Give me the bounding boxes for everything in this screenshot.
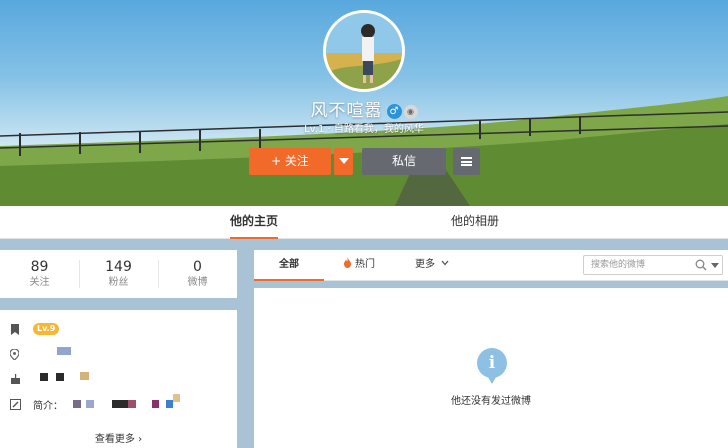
chevron-down-icon [441, 260, 449, 266]
stat-label: 关注 [29, 277, 50, 288]
birthday-row [10, 370, 230, 392]
feed-tab-more[interactable]: 更多 [415, 250, 449, 281]
redacted-text [112, 400, 128, 408]
profile-bio: Lv.1 · 自路看我，我的风华 [304, 124, 424, 135]
profile-name-row: 风不喧嚣 ♂ ◉ [0, 96, 728, 121]
feed-tab-hot[interactable]: 热门 [343, 250, 375, 281]
edit-icon [10, 399, 21, 410]
member-badge-icon[interactable]: ◉ [403, 105, 418, 119]
info-panel: Lv.9 简介： 查看更多 › [0, 310, 237, 448]
stat-value: 89 [30, 259, 49, 275]
redacted-text [166, 400, 173, 408]
redacted-text [73, 400, 81, 408]
level-badge[interactable]: Lv.9 [33, 323, 60, 335]
stat-posts[interactable]: 0 微博 [158, 258, 237, 290]
menu-icon [461, 157, 472, 166]
feed-search-box [583, 255, 723, 275]
see-more-link[interactable]: 查看更多 › [0, 430, 237, 445]
stat-value: 149 [105, 259, 132, 275]
info-icon: i [477, 348, 507, 384]
tab-album[interactable]: 他的相册 [451, 206, 499, 239]
empty-feed-message: 他还没有发过微博 [451, 396, 531, 407]
stat-value: 0 [193, 259, 202, 275]
redacted-text [80, 372, 89, 380]
bookmark-icon [10, 324, 21, 335]
stats-panel: 89 关注 149 粉丝 0 微博 [0, 250, 237, 298]
feed-tab-all[interactable]: 全部 [254, 250, 324, 281]
redacted-text [128, 400, 136, 408]
redacted-text [56, 373, 64, 381]
search-dropdown-icon[interactable] [711, 263, 719, 268]
message-button[interactable]: 私信 [362, 148, 446, 175]
follow-button[interactable]: + 关注 [249, 148, 331, 175]
avatar-image [326, 13, 402, 89]
user-name: 风不喧嚣 [310, 101, 383, 121]
intro-label: 简介： [33, 401, 63, 412]
male-icon: ♂ [386, 104, 402, 119]
feed-tab-more-label: 更多 [415, 259, 435, 270]
feed-filter-bar: 全部 热门 更多 [254, 250, 728, 281]
intro-row: 简介： [10, 394, 230, 418]
redacted-text [57, 347, 71, 355]
stat-label: 粉丝 [108, 277, 129, 288]
feed-tab-hot-label: 热门 [355, 259, 375, 270]
redacted-text [173, 394, 180, 402]
stat-label: 微博 [187, 277, 208, 288]
profile-cover: 风不喧嚣 ♂ ◉ Lv.1 · 自路看我，我的风华 + 关注 私信 [0, 0, 728, 206]
location-row [9, 346, 230, 368]
redacted-text [152, 400, 159, 408]
redacted-text [86, 400, 94, 408]
redacted-text [40, 373, 48, 381]
avatar[interactable] [323, 10, 405, 92]
feed-search-input[interactable] [584, 256, 688, 274]
flame-icon [344, 257, 351, 268]
stat-following[interactable]: 89 关注 [0, 258, 79, 290]
stat-followers[interactable]: 149 粉丝 [79, 258, 158, 290]
cake-icon [10, 373, 21, 384]
tab-home[interactable]: 他的主页 [230, 206, 279, 239]
location-pin-icon [9, 348, 21, 361]
more-menu-button[interactable] [453, 148, 480, 175]
profile-tabs: 他的主页 他的相册 [0, 206, 728, 239]
feed-empty-state: i 他还没有发过微博 [254, 288, 728, 448]
chevron-down-icon [338, 158, 349, 164]
level-row: Lv.9 [10, 321, 230, 343]
search-icon[interactable] [695, 259, 707, 271]
follow-dropdown-button[interactable] [334, 148, 353, 175]
